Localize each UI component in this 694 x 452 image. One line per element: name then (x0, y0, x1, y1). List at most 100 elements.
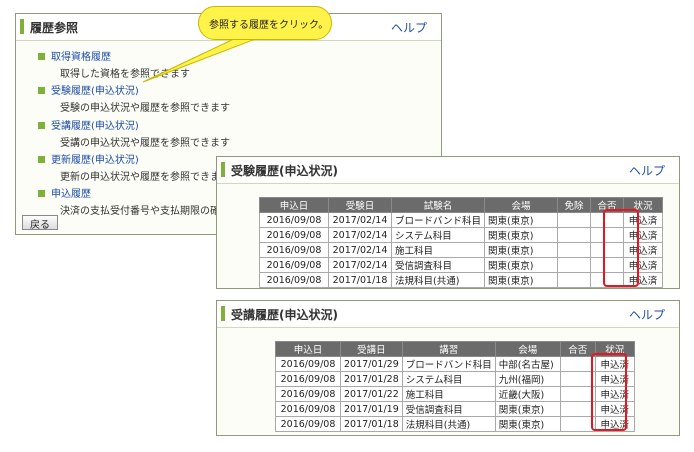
venue-cell: 関東(東京) (483, 212, 558, 228)
venue-cell: 九州(福岡) (494, 371, 561, 387)
apply-date-cell: 2016/09/08 (275, 371, 341, 387)
exemption-cell (556, 242, 591, 258)
back-button[interactable]: 戻る (22, 215, 58, 231)
column-header: 試験名 (391, 197, 485, 213)
table-row: 2016/09/08 2017/01/22 施工科目 近畿(大阪) 申込済 (275, 386, 635, 402)
history-item-course: 受講履歴(申込状況) 受講の申込状況や履歴を参照できます (38, 117, 438, 149)
column-header: 受講日 (340, 341, 403, 357)
status-highlight-box (591, 353, 627, 431)
table-row: 2016/09/08 2017/01/19 受信調査科目 関東(東京) 申込済 (275, 401, 635, 417)
application-history-link[interactable]: 申込履歴 (51, 189, 91, 200)
course-date-cell: 2017/01/22 (340, 386, 403, 402)
venue-cell: 関東(東京) (494, 416, 561, 432)
apply-date-cell: 2016/09/08 (275, 356, 341, 372)
exam-date-cell: 2017/02/14 (328, 242, 392, 258)
renewal-history-link[interactable]: 更新履歴(申込状況) (51, 155, 139, 166)
callout-text: 参照する履歴をクリック。 (209, 20, 329, 31)
course-history-desc: 受講の申込状況や履歴を参照できます (60, 138, 230, 149)
exam-name-cell: ブロードバンド科目 (391, 212, 485, 228)
apply-date-cell: 2016/09/08 (275, 386, 341, 402)
header-accent-bar (221, 306, 225, 321)
arrow-marker-icon (38, 155, 45, 163)
venue-cell: 関東(東京) (483, 272, 558, 288)
course-name-cell: 受信調査科目 (401, 401, 496, 417)
history-item-qualification: 取得資格履歴 取得した資格を参照できます (38, 48, 438, 80)
column-header: 受験日 (328, 197, 392, 213)
help-link[interactable]: ヘルプ (391, 19, 427, 36)
qualification-history-desc: 取得した資格を参照できます (60, 69, 190, 80)
help-link[interactable]: ヘルプ (629, 162, 665, 179)
result-cell (559, 416, 596, 432)
exam-panel-title: 受験履歴(申込状況) (231, 164, 338, 178)
column-header: 合否 (559, 341, 596, 357)
course-name-cell: 施工科目 (401, 386, 496, 402)
help-link[interactable]: ヘルプ (629, 306, 665, 323)
result-cell (559, 386, 596, 402)
exam-date-cell: 2017/02/14 (328, 227, 392, 243)
callout-bubble: 参照する履歴をクリック。 (198, 6, 332, 40)
apply-date-cell: 2016/09/08 (259, 257, 329, 273)
venue-cell: 関東(東京) (483, 257, 558, 273)
apply-date-cell: 2016/09/08 (275, 401, 341, 417)
header-accent-bar (221, 162, 225, 177)
exam-name-cell: システム科目 (391, 227, 485, 243)
arrow-marker-icon (38, 86, 45, 94)
table-header-row: 申込日 受講日 講習 会場 合否 状況 (275, 341, 635, 357)
exemption-cell (556, 272, 591, 288)
apply-date-cell: 2016/09/08 (259, 227, 329, 243)
exam-history-panel: 受験履歴(申込状況) ヘルプ 申込日 受験日 試験名 会場 免除 合否 状況 2… (216, 156, 680, 289)
venue-cell: 関東(東京) (483, 227, 558, 243)
exam-history-link[interactable]: 受験履歴(申込状況) (51, 86, 139, 97)
arrow-marker-icon (38, 121, 45, 129)
venue-cell: 関東(東京) (494, 401, 561, 417)
qualification-history-link[interactable]: 取得資格履歴 (51, 52, 111, 63)
course-name-cell: 法規科目(共通) (401, 416, 496, 432)
venue-cell: 中部(名古屋) (494, 356, 561, 372)
column-header: 免除 (556, 197, 591, 213)
table-row: 2016/09/08 2017/01/18 法規科目(共通) 関東(東京) 申込… (275, 416, 635, 432)
table-row: 2016/09/08 2017/01/28 システム科目 九州(福岡) 申込済 (275, 371, 635, 387)
exam-history-desc: 受験の申込状況や履歴を参照できます (60, 103, 230, 114)
apply-date-cell: 2016/09/08 (259, 242, 329, 258)
venue-cell: 近畿(大阪) (494, 386, 561, 402)
table-row: 2016/09/08 2017/01/29 ブロードバンド科目 中部(名古屋) … (275, 356, 635, 372)
column-header: 会場 (494, 341, 561, 357)
course-history-table: 申込日 受講日 講習 会場 合否 状況 2016/09/08 2017/01/2… (275, 341, 635, 432)
course-history-link[interactable]: 受講履歴(申込状況) (51, 121, 139, 132)
venue-cell: 関東(東京) (483, 242, 558, 258)
course-panel-header: 受講履歴(申込状況) ヘルプ (217, 301, 679, 328)
column-header: 会場 (483, 197, 558, 213)
result-cell (559, 356, 596, 372)
exam-date-cell: 2017/02/14 (328, 257, 392, 273)
arrow-marker-icon (38, 189, 45, 197)
apply-date-cell: 2016/09/08 (275, 416, 341, 432)
course-name-cell: システム科目 (401, 371, 496, 387)
history-panel-title: 履歴参照 (30, 21, 79, 35)
apply-date-cell: 2016/09/08 (259, 272, 329, 288)
course-date-cell: 2017/01/19 (340, 401, 403, 417)
exemption-cell (556, 257, 591, 273)
exam-name-cell: 法規科目(共通) (391, 272, 485, 288)
course-name-cell: ブロードバンド科目 (401, 356, 496, 372)
history-item-exam: 受験履歴(申込状況) 受験の申込状況や履歴を参照できます (38, 82, 438, 114)
result-cell (559, 371, 596, 387)
column-header: 講習 (401, 341, 496, 357)
exam-name-cell: 施工科目 (391, 242, 485, 258)
exam-panel-header: 受験履歴(申込状況) ヘルプ (217, 157, 679, 184)
exemption-cell (556, 227, 591, 243)
course-panel-title: 受講履歴(申込状況) (231, 308, 338, 322)
arrow-marker-icon (38, 52, 45, 60)
course-date-cell: 2017/01/28 (340, 371, 403, 387)
apply-date-cell: 2016/09/08 (259, 212, 329, 228)
header-accent-bar (20, 19, 24, 34)
status-highlight-box (603, 209, 639, 287)
column-header: 申込日 (259, 197, 329, 213)
exam-date-cell: 2017/01/18 (328, 272, 392, 288)
result-cell (559, 401, 596, 417)
exam-date-cell: 2017/02/14 (328, 212, 392, 228)
exemption-cell (556, 212, 591, 228)
course-date-cell: 2017/01/18 (340, 416, 403, 432)
course-date-cell: 2017/01/29 (340, 356, 403, 372)
exam-name-cell: 受信調査科目 (391, 257, 485, 273)
table-header-row: 申込日 受験日 試験名 会場 免除 合否 状況 (259, 197, 663, 213)
